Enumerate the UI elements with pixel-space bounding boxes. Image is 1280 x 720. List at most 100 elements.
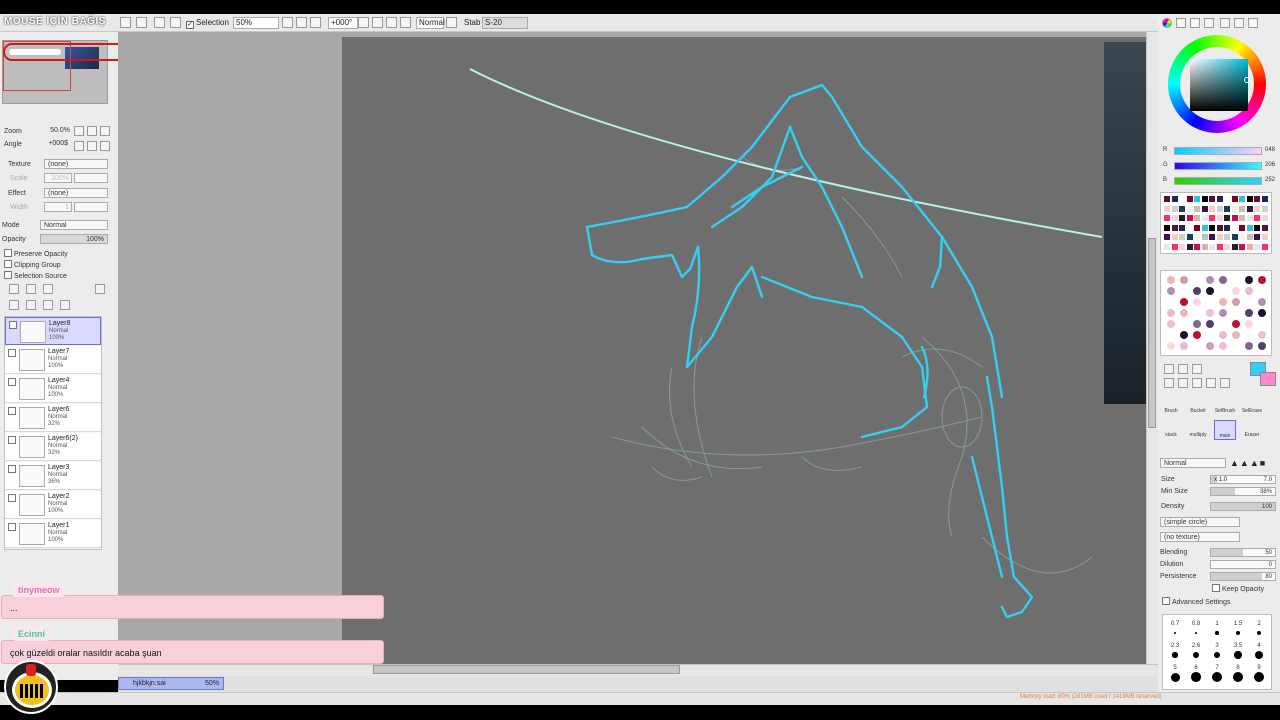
swatch[interactable] bbox=[1239, 243, 1245, 250]
eyedropper-tool-icon[interactable] bbox=[1220, 378, 1230, 388]
layer-row[interactable]: Layer7 Normal 100% bbox=[5, 346, 101, 374]
brush-size-label[interactable]: 8 bbox=[1228, 665, 1248, 671]
swatch[interactable] bbox=[1216, 215, 1223, 221]
scratchpad-toggle-icon[interactable] bbox=[1234, 18, 1244, 28]
tool-bucket[interactable]: Bucket bbox=[1187, 396, 1209, 416]
swatch[interactable] bbox=[1216, 196, 1223, 202]
swatch[interactable] bbox=[1224, 224, 1230, 231]
brush-size-dot[interactable] bbox=[1235, 630, 1241, 636]
brush-size-label[interactable]: 2.6 bbox=[1186, 643, 1206, 649]
swatches-toggle-icon[interactable] bbox=[1220, 18, 1230, 28]
swatch[interactable] bbox=[1261, 224, 1268, 231]
texture-select[interactable]: (none) bbox=[44, 159, 108, 169]
swatch[interactable] bbox=[1261, 205, 1268, 212]
rgb-slider-toggle-icon[interactable] bbox=[1176, 18, 1186, 28]
tool-selbrush[interactable]: SelBrush bbox=[1214, 396, 1236, 416]
brush-size-dot[interactable] bbox=[1254, 650, 1264, 660]
layer-visibility-icon[interactable] bbox=[8, 494, 16, 502]
palette-color[interactable] bbox=[1180, 331, 1188, 339]
file-tab[interactable]: hjkbkjn.sai 50% bbox=[118, 677, 224, 690]
layer-row[interactable]: Layer1 Normal 100% bbox=[5, 520, 101, 548]
palette-color[interactable] bbox=[1167, 287, 1175, 295]
swatch[interactable] bbox=[1254, 196, 1260, 202]
palette-color[interactable] bbox=[1245, 309, 1253, 317]
brush-size-label[interactable]: 3.5 bbox=[1228, 643, 1248, 649]
swatch-grid[interactable] bbox=[1160, 192, 1272, 254]
palette-color[interactable] bbox=[1180, 342, 1188, 350]
layer-row[interactable]: Layer6(2) Normal 32% bbox=[5, 433, 101, 461]
new-layer-button[interactable] bbox=[9, 284, 19, 294]
hand-tool-icon[interactable] bbox=[1206, 378, 1216, 388]
palette-color[interactable] bbox=[1245, 287, 1253, 295]
swatch[interactable] bbox=[1171, 215, 1178, 221]
tool-selerase[interactable]: SelErase bbox=[1241, 396, 1263, 416]
swatch[interactable] bbox=[1224, 243, 1230, 250]
swatch[interactable] bbox=[1209, 224, 1215, 231]
brush-size-dot[interactable] bbox=[1191, 672, 1201, 682]
stabilizer-select[interactable]: S-20 bbox=[482, 17, 528, 29]
zoom-select[interactable]: 50% bbox=[233, 17, 279, 29]
palette-color[interactable] bbox=[1245, 320, 1253, 328]
brush-size-label[interactable]: 9 bbox=[1249, 665, 1269, 671]
swatch[interactable] bbox=[1246, 196, 1253, 202]
palette-toggle-icon[interactable] bbox=[1204, 18, 1214, 28]
swatch[interactable] bbox=[1231, 215, 1238, 221]
swatch[interactable] bbox=[1239, 224, 1245, 231]
palette-color[interactable] bbox=[1258, 298, 1266, 306]
brush-size-label[interactable]: 5 bbox=[1165, 665, 1185, 671]
palette-color[interactable] bbox=[1206, 276, 1214, 284]
g-slider[interactable] bbox=[1174, 162, 1262, 170]
brush-size-dot[interactable] bbox=[1172, 652, 1178, 658]
palette-color[interactable] bbox=[1167, 309, 1175, 317]
layer-visibility-icon[interactable] bbox=[8, 436, 16, 444]
swatch[interactable] bbox=[1239, 196, 1245, 202]
scale-value[interactable]: 100% bbox=[44, 173, 72, 183]
swatch[interactable] bbox=[1231, 205, 1238, 212]
lock-icon[interactable] bbox=[446, 17, 457, 28]
swatch[interactable] bbox=[1179, 205, 1185, 212]
rotate-cw-button[interactable] bbox=[87, 141, 97, 151]
swatch[interactable] bbox=[1194, 243, 1200, 250]
width-slider[interactable] bbox=[74, 202, 108, 212]
brush-size-dot[interactable] bbox=[1256, 630, 1262, 636]
swatch[interactable] bbox=[1194, 215, 1200, 221]
palette-color[interactable] bbox=[1258, 276, 1266, 284]
invert-selection-button[interactable] bbox=[170, 17, 181, 28]
swatch[interactable] bbox=[1224, 205, 1230, 212]
zoom-out-button[interactable] bbox=[282, 17, 293, 28]
palette-color[interactable] bbox=[1193, 287, 1201, 295]
swatch[interactable] bbox=[1231, 224, 1238, 231]
zoom-plus-button[interactable] bbox=[87, 126, 97, 136]
swatch[interactable] bbox=[1179, 243, 1185, 250]
selection-tool-icon[interactable] bbox=[1164, 364, 1174, 374]
swatch[interactable] bbox=[1246, 205, 1253, 212]
merge-down-button[interactable] bbox=[26, 300, 36, 310]
swatch[interactable] bbox=[1216, 234, 1223, 240]
swatch[interactable] bbox=[1239, 215, 1245, 221]
move-tool-icon[interactable] bbox=[1164, 378, 1174, 388]
color-wheel-toggle-icon[interactable] bbox=[1162, 18, 1172, 28]
brush-texture-select[interactable]: (no texture) bbox=[1160, 532, 1240, 542]
swatch[interactable] bbox=[1164, 234, 1170, 240]
swatch[interactable] bbox=[1171, 243, 1178, 250]
brush-size-dot[interactable] bbox=[1174, 632, 1176, 634]
b-slider[interactable] bbox=[1174, 177, 1262, 185]
swatch[interactable] bbox=[1231, 243, 1238, 250]
swatch[interactable] bbox=[1239, 205, 1245, 212]
horizontal-scroll-thumb[interactable] bbox=[373, 665, 680, 674]
zoom-in-button[interactable] bbox=[296, 17, 307, 28]
layer-visibility-icon[interactable] bbox=[8, 523, 16, 531]
palette-color[interactable] bbox=[1219, 298, 1227, 306]
swatch[interactable] bbox=[1194, 224, 1200, 231]
palette-color[interactable] bbox=[1206, 320, 1214, 328]
palette-color[interactable] bbox=[1232, 331, 1240, 339]
swatch[interactable] bbox=[1254, 243, 1260, 250]
palette-color[interactable] bbox=[1219, 331, 1227, 339]
brush-size-dot[interactable] bbox=[1234, 651, 1242, 659]
blending-slider[interactable]: 50 bbox=[1210, 548, 1276, 557]
color-wheel[interactable] bbox=[1168, 33, 1266, 137]
swatch[interactable] bbox=[1246, 224, 1253, 231]
swatch[interactable] bbox=[1164, 215, 1170, 221]
size-slider[interactable]: x 1.0 7.0 bbox=[1210, 475, 1276, 484]
brush-size-dot[interactable] bbox=[1215, 631, 1219, 635]
